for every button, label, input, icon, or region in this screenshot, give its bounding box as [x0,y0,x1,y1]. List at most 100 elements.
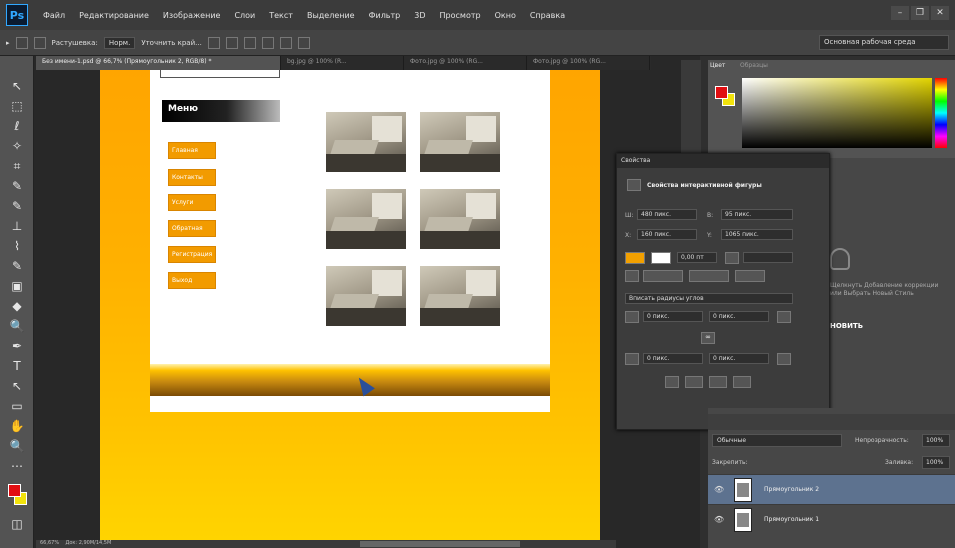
workspace-select[interactable]: Основная рабочая среда [819,35,949,50]
visibility-eye-icon[interactable]: 👁 [714,485,724,494]
tab-swatches[interactable]: Образцы [740,62,768,69]
x-input[interactable]: 160 пикс. [637,229,697,240]
menu-image[interactable]: Изображение [156,11,228,20]
horizontal-scrollbar[interactable] [360,541,520,547]
link-radius-icon[interactable]: ∞ [701,332,715,344]
3d-mode-icon[interactable] [297,36,310,49]
menu-select[interactable]: Выделение [300,11,362,20]
menu-3d[interactable]: 3D [407,11,432,20]
intersect-shape-icon[interactable] [733,376,751,388]
menu-view[interactable]: Просмотр [433,11,488,20]
width-input[interactable]: 480 пикс. [637,209,697,220]
gallery-photo[interactable] [326,266,406,326]
header-field[interactable] [160,70,280,78]
tab-document[interactable]: Фото.jpg @ 100% (RG... [527,56,650,70]
stroke-corners-select[interactable] [689,270,729,282]
close-button[interactable]: ✕ [931,6,949,20]
menu-button-home[interactable]: Главная [168,142,216,159]
tab-active-document[interactable]: Без имени-1.psd @ 66,7% (Прямоугольник 2… [36,56,281,70]
gallery-photo[interactable] [326,189,406,249]
pen-tool-icon[interactable]: ✒ [9,338,25,354]
tool-preset-picker[interactable]: ▸ [6,39,10,47]
stamp-tool-icon[interactable]: ⊥ [9,218,25,234]
visibility-eye-icon[interactable]: 👁 [714,515,724,524]
align-top-icon[interactable] [261,36,274,49]
menu-window[interactable]: Окно [488,11,523,20]
rectangle-tool-icon[interactable]: ▭ [9,398,25,414]
menu-layers[interactable]: Слои [227,11,262,20]
align-left-icon[interactable] [207,36,220,49]
properties-header[interactable]: Свойства [617,154,829,168]
gallery-photo[interactable] [420,189,500,249]
layer-row[interactable]: 👁 Прямоугольник 1 [708,504,955,534]
menu-text[interactable]: Текст [262,11,300,20]
gradient-tool-icon[interactable]: ▣ [9,278,25,294]
gallery-photo[interactable] [420,112,500,172]
gallery-photo[interactable] [420,266,500,326]
layer-row[interactable]: 👁 Прямоугольник 2 [708,474,955,504]
blend-mode-select[interactable]: Обычные [712,434,842,447]
tab-color[interactable]: Цвет [710,62,725,69]
hand-tool-icon[interactable]: ✋ [9,418,25,434]
radius-top-right[interactable]: 0 пикс. [709,311,769,322]
menu-file[interactable]: Файл [36,11,72,20]
magic-wand-icon[interactable]: ✧ [9,138,25,154]
stroke-type-icon[interactable] [725,252,739,264]
distribute-icon[interactable] [279,36,292,49]
brush-tool-icon[interactable]: ✎ [9,258,25,274]
gallery-photo[interactable] [326,112,406,172]
menu-button-register[interactable]: Регистрация [168,246,216,263]
minimize-button[interactable]: – [891,6,909,20]
feather-input[interactable]: Норм. [103,36,136,49]
menu-filter[interactable]: Фильтр [362,11,408,20]
new-selection-icon[interactable] [15,36,28,49]
stroke-style-select[interactable] [743,252,793,263]
quick-mask-icon[interactable]: ◫ [9,516,25,532]
align-right-icon[interactable] [243,36,256,49]
add-selection-icon[interactable] [33,36,46,49]
align-center-icon[interactable] [225,36,238,49]
menu-edit[interactable]: Редактирование [72,11,156,20]
refine-edge-button[interactable]: Уточнить край... [141,39,202,47]
height-input[interactable]: 95 пикс. [721,209,793,220]
history-brush-icon[interactable]: ⌇ [9,238,25,254]
marquee-tool-icon[interactable]: ⬚ [9,98,25,114]
lasso-tool-icon[interactable]: ℓ [9,118,25,134]
fill-color-swatch[interactable] [625,252,645,264]
layer-name[interactable]: Прямоугольник 2 [764,486,819,493]
layers-filter-bar[interactable] [708,414,955,430]
opacity-input[interactable]: 100% [922,434,950,447]
align-stroke-icon[interactable] [625,270,639,282]
subtract-shape-icon[interactable] [709,376,727,388]
radius-bottom-right[interactable]: 0 пикс. [709,353,769,364]
menu-help[interactable]: Справка [523,11,572,20]
adjustments-new-label[interactable]: НОВИТЬ [830,322,863,330]
stroke-options-select[interactable] [735,270,765,282]
zoom-tool-icon[interactable]: 🔍 [9,438,25,454]
crop-tool-icon[interactable]: ⌗ [9,158,25,174]
tab-document[interactable]: Фото.jpg @ 100% (RG... [404,56,527,70]
layer-name[interactable]: Прямоугольник 1 [764,516,819,523]
footer-gradient-bar[interactable] [150,364,550,396]
radius-bottom-left[interactable]: 0 пикс. [643,353,703,364]
dodge-tool-icon[interactable]: 🔍 [9,318,25,334]
eyedropper-icon[interactable]: ✎ [9,178,25,194]
fill-input[interactable]: 100% [922,456,950,469]
more-tools-icon[interactable]: ⋯ [9,458,25,474]
shape-mask-icon[interactable] [627,179,641,191]
hue-slider[interactable] [935,78,947,148]
stroke-color-swatch[interactable] [651,252,671,264]
type-tool-icon[interactable]: T [9,358,25,374]
path-ops-icon[interactable] [665,376,679,388]
panel-foreground-swatch[interactable] [715,86,728,99]
stroke-caps-select[interactable] [643,270,683,282]
color-spectrum[interactable] [742,78,932,148]
path-selection-icon[interactable]: ↖ [9,378,25,394]
blur-tool-icon[interactable]: ◆ [9,298,25,314]
menu-button-feedback[interactable]: Обратная [168,220,216,237]
y-input[interactable]: 1065 пикс. [721,229,793,240]
radius-top-left[interactable]: 0 пикс. [643,311,703,322]
foreground-color-swatch[interactable] [8,484,21,497]
menu-button-services[interactable]: Услуги [168,194,216,211]
menu-button-exit[interactable]: Выход [168,272,216,289]
